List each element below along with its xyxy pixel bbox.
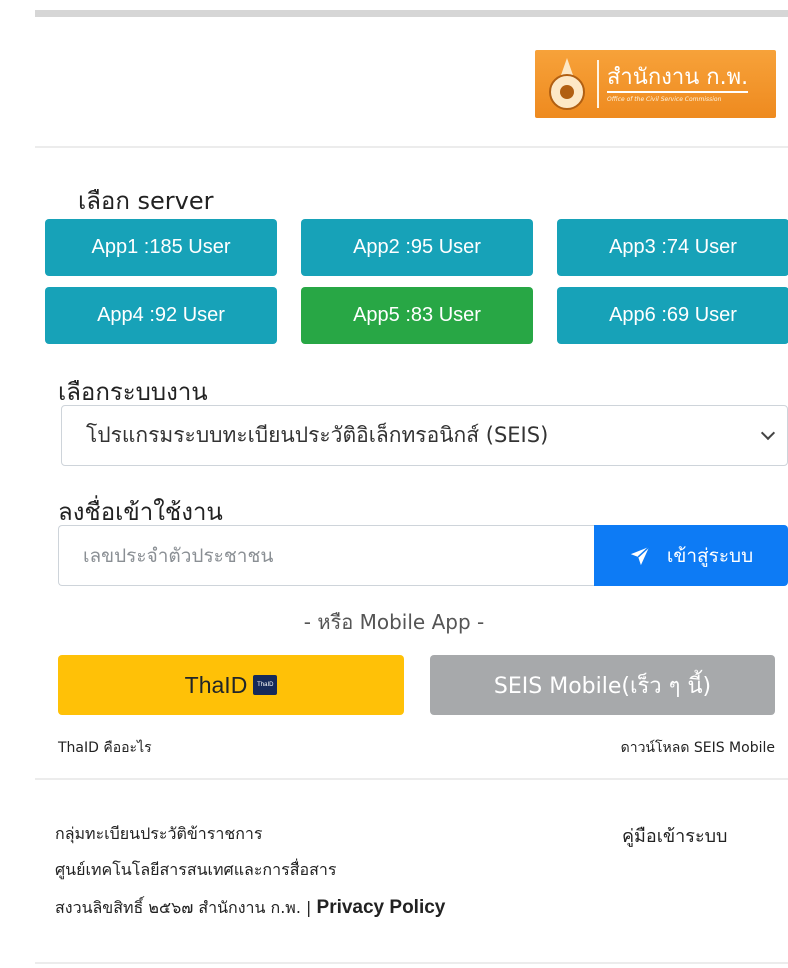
or-mobile-divider-text: - หรือ Mobile App - [303,610,485,634]
server-button-app1[interactable]: App1 :185 User [45,219,277,276]
paper-plane-icon [630,545,650,565]
ocsc-logo[interactable]: สำนักงาน ก.พ. Office of the Civil Servic… [535,50,776,118]
system-select-value: โปรแกรมระบบทะเบียนประวัติอิเล็กทรอนิกส์ … [86,423,549,447]
copyright-text: สงวนลิขสิทธิ์ ๒๕๖๗ สำนักงาน ก.พ. | [55,898,312,917]
server-button-app5[interactable]: App5 :83 User [301,287,533,344]
footer-department: กลุ่มทะเบียนประวัติข้าราชการ [55,824,263,843]
top-scroll-bar [35,10,788,17]
footer-copyright: สงวนลิขสิทธิ์ ๒๕๖๗ สำนักงาน ก.พ. | Priva… [55,896,445,921]
login-button[interactable]: เข้าสู่ระบบ [594,525,788,586]
ocsc-emblem-icon [545,58,589,110]
server-button-app6[interactable]: App6 :69 User [557,287,788,344]
server-section-label: เลือก server [78,187,214,215]
thaid-button-label: ThaID [184,671,248,698]
server-button-app2[interactable]: App2 :95 User [301,219,533,276]
divider [35,778,788,780]
logo-subtitle: Office of the Civil Service Commission [607,96,722,103]
divider [35,962,788,964]
privacy-policy-link[interactable]: Privacy Policy [317,897,446,918]
thaid-info-link[interactable]: ThaID คืออะไร [58,737,152,759]
seis-mobile-button[interactable]: SEIS Mobile(เร็ว ๆ นี้) [430,655,775,715]
thaid-logo-icon: ThaID [253,675,278,695]
citizen-id-input[interactable] [58,525,594,586]
footer-center: ศูนย์เทคโนโลยีสารสนเทศและการสื่อสาร [55,860,337,879]
logo-divider [597,60,599,108]
manual-link[interactable]: คู่มือเข้าระบบ [622,821,727,850]
logo-text: สำนักงาน ก.พ. Office of the Civil Servic… [607,65,749,103]
logo-title: สำนักงาน ก.พ. [607,65,749,93]
seis-download-link[interactable]: ดาวน์โหลด SEIS Mobile [621,737,775,759]
server-button-app3[interactable]: App3 :74 User [557,219,788,276]
server-button-app4[interactable]: App4 :92 User [45,287,277,344]
thaid-badge-text: ThaID [257,682,274,688]
thaid-login-button[interactable]: ThaID ThaID [58,655,404,715]
chevron-down-icon [760,425,776,441]
system-select[interactable]: โปรแกรมระบบทะเบียนประวัติอิเล็กทรอนิกส์ … [61,405,788,466]
divider [35,146,788,148]
login-button-label: เข้าสู่ระบบ [666,544,754,567]
